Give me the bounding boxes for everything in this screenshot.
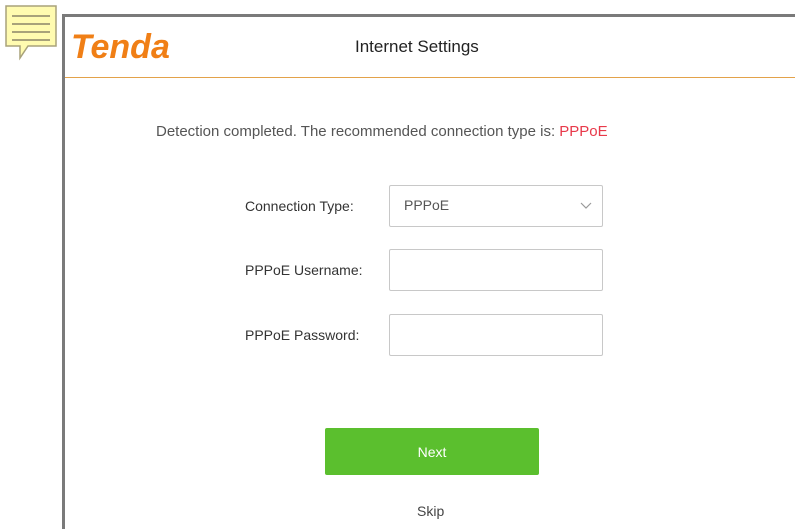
pppoe-password-input[interactable] bbox=[390, 315, 602, 355]
detection-message: Detection completed. The recommended con… bbox=[156, 123, 608, 140]
connection-type-select[interactable]: PPPoE bbox=[389, 185, 603, 227]
browser-viewport: Tenda Internet Settings Detection comple… bbox=[0, 0, 795, 529]
note-icon[interactable] bbox=[2, 2, 60, 62]
pppoe-password-field[interactable] bbox=[389, 314, 603, 356]
pppoe-username-input[interactable] bbox=[390, 250, 602, 290]
tenda-logo: Tenda bbox=[71, 28, 170, 66]
next-button[interactable]: Next bbox=[325, 428, 539, 475]
detection-text: Detection completed. The recommended con… bbox=[156, 123, 560, 140]
setup-panel: Tenda Internet Settings Detection comple… bbox=[62, 14, 795, 529]
page-title: Internet Settings bbox=[355, 37, 479, 56]
connection-type-label: Connection Type: bbox=[245, 198, 354, 214]
recommended-type: PPPoE bbox=[559, 123, 608, 140]
pppoe-password-label: PPPoE Password: bbox=[245, 327, 360, 343]
pppoe-username-field[interactable] bbox=[389, 249, 603, 291]
connection-type-value: PPPoE bbox=[404, 197, 450, 213]
skip-link[interactable]: Skip bbox=[417, 503, 444, 519]
pppoe-username-label: PPPoE Username: bbox=[245, 262, 363, 278]
chevron-down-icon bbox=[580, 202, 592, 209]
panel-header: Tenda Internet Settings bbox=[65, 17, 795, 78]
